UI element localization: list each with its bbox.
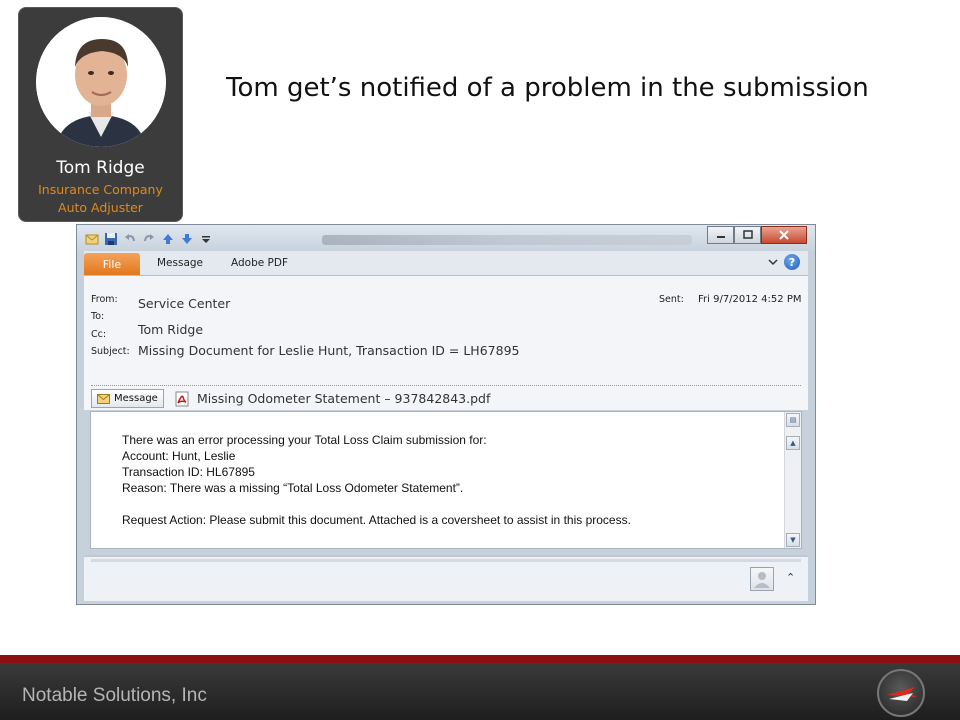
body-text: There was an error processing your Total… [122,432,631,528]
message-tab[interactable]: Message [91,389,164,408]
sent-label: Sent: [659,294,684,305]
sent-value: Fri 9/7/2012 4:52 PM [698,294,802,305]
ribbon-controls: ? [768,254,800,270]
redo-icon[interactable] [142,232,156,246]
window-controls [707,226,807,244]
persona-role-line1: Insurance Company [38,182,163,197]
body-line: Reason: There was a missing “Total Loss … [122,481,464,495]
subject-value: Missing Document for Leslie Hunt, Transa… [138,343,520,358]
message-header: From: Service Center To: Tom Ridge Cc: S… [84,276,808,388]
footer: Notable Solutions, Inc [0,663,960,720]
pdf-icon [175,391,189,407]
attachment-row: Message Missing Odometer Statement – 937… [84,388,808,410]
page-icon[interactable]: ▤ [786,413,800,427]
scroll-up-icon[interactable]: ▲ [786,436,800,450]
avatar-portrait [36,17,166,147]
quick-access-toolbar [85,230,213,247]
tab-message[interactable]: Message [157,257,203,269]
minimize-button[interactable] [707,226,734,244]
help-icon[interactable]: ? [784,254,800,270]
logo-mark [887,687,917,701]
subject-label: Subject: [91,346,130,357]
body-line: Account: Hunt, Leslie [122,449,236,463]
up-arrow-icon[interactable] [161,232,175,246]
from-label: From: [91,294,118,305]
envelope-icon [97,393,110,404]
maximize-button[interactable] [734,226,761,244]
attachment-file[interactable]: Missing Odometer Statement – 937842843.p… [197,391,490,406]
from-value[interactable]: Service Center [138,296,230,311]
vertical-scrollbar[interactable]: ▤ ▲ ▼ [784,412,801,548]
mail-icon[interactable] [85,232,99,246]
tab-adobe-pdf[interactable]: Adobe PDF [231,257,288,269]
body-line: There was an error processing your Total… [122,433,487,447]
customize-icon[interactable] [199,232,213,246]
persona-card: Tom Ridge Insurance Company Auto Adjuste… [18,7,183,222]
tab-file[interactable]: File [84,253,140,275]
message-tab-label: Message [114,393,158,404]
email-window: File Message Adobe PDF ? From: Service C… [76,224,816,605]
cc-label: Cc: [91,329,107,340]
to-label: To: [91,311,105,322]
slide-title: Tom get’s notified of a problem in the s… [226,73,869,103]
avatar [36,17,166,147]
footer-accent-bar [0,655,960,663]
undo-icon[interactable] [123,232,137,246]
body-line: Request Action: Please submit this docum… [122,513,631,527]
maximize-icon [742,230,753,239]
person-icon[interactable] [750,567,774,591]
scroll-down-icon[interactable]: ▼ [786,533,800,547]
close-button[interactable] [761,226,807,244]
persona-role-line2: Auto Adjuster [58,200,143,215]
company-name: Notable Solutions, Inc [22,685,207,706]
body-line [122,496,631,512]
title-bar [77,225,815,251]
person-silhouette [754,572,770,588]
save-icon[interactable] [104,232,118,246]
chevron-icon[interactable] [768,257,778,267]
header-divider [91,385,801,386]
window-title-blurred [322,235,692,245]
to-value[interactable]: Tom Ridge [138,322,203,337]
collapse-icon[interactable]: ⌃ [786,571,795,584]
close-icon [779,230,789,240]
minimize-icon [716,236,725,238]
body-line: Transaction ID: HL67895 [122,465,255,479]
down-arrow-icon[interactable] [180,232,194,246]
persona-name: Tom Ridge [56,158,145,178]
ribbon: File Message Adobe PDF ? [84,251,808,276]
company-logo [877,669,925,717]
message-body[interactable]: There was an error processing your Total… [90,411,802,549]
people-pane-bar [91,559,801,562]
people-pane: ⌃ [84,555,808,601]
